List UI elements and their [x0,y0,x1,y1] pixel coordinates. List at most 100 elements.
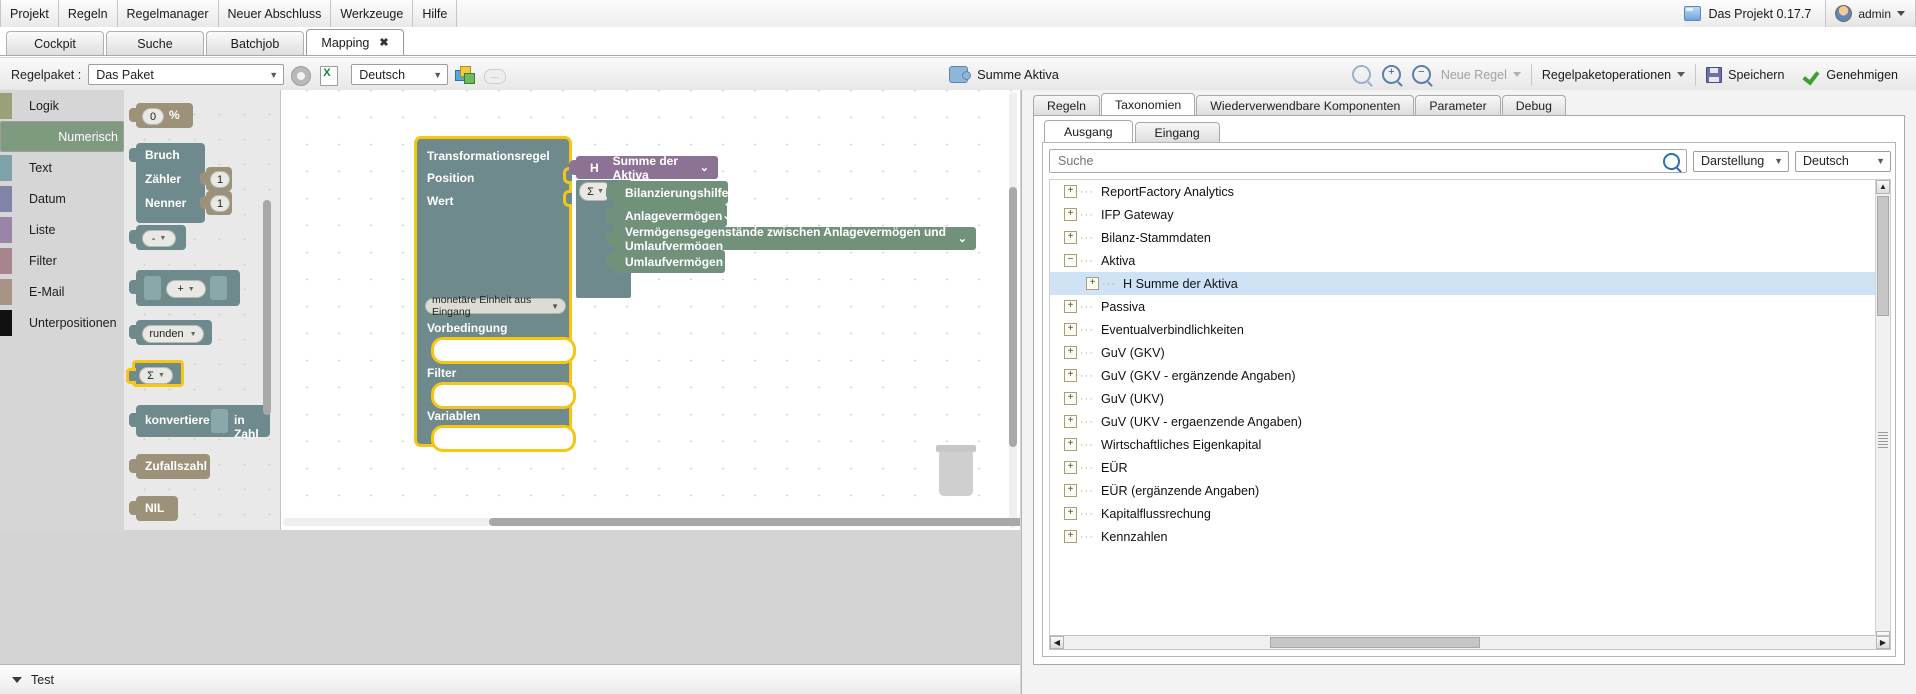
menu-item-projekt[interactable]: Projekt [0,0,59,27]
tab-cockpit[interactable]: Cockpit [6,31,104,55]
expander-icon[interactable]: + [1064,346,1077,359]
expander-icon[interactable]: − [1064,254,1077,267]
close-icon[interactable]: ✖ [379,36,388,49]
subtab-ausgang[interactable]: Ausgang [1044,120,1133,143]
trash-icon[interactable] [936,445,976,497]
tree-node-aktiva[interactable]: − ··· Aktiva [1050,249,1890,272]
tab-suche[interactable]: Suche [106,31,204,55]
palette-block-percent[interactable]: 0 % [129,103,193,128]
package-operations-button[interactable]: Regelpaketoperationen [1532,58,1695,91]
palette-block-plus[interactable]: + ▼ [129,270,240,306]
translate-icon[interactable] [455,64,477,86]
palette-block-nil[interactable]: NIL [129,496,178,521]
fraction-numerator-field[interactable]: 1 [210,171,230,188]
tree-node-wirtschaftliches-eigenkapital[interactable]: + ··· Wirtschaftliches Eigenkapital [1050,433,1890,456]
menu-item-regelmanager[interactable]: Regelmanager [117,0,219,27]
palette-scrollbar[interactable] [263,200,271,415]
palette-fraction-denominator-slot[interactable]: 1 [200,191,232,215]
value-block-umlaufvermoegen[interactable]: Umlaufvermögen ⌄ [606,250,732,273]
palette-block-random[interactable]: Zufallszahl [129,454,210,479]
plus-operator-field[interactable]: + ▼ [166,280,206,298]
save-button[interactable]: Speichern [1696,58,1794,91]
monetary-unit-chip[interactable]: monetäre Einheit aus Eingang ▼ [425,294,566,318]
tree-node-euer-ergaenzende-angaben[interactable]: + ··· EÜR (ergänzende Angaben) [1050,479,1890,502]
tree-horizontal-scrollbar[interactable]: ◀ ▶ [1049,635,1891,650]
category-logik[interactable]: Logik [0,90,124,121]
precondition-slot[interactable] [431,337,576,364]
value-block-bilanzierungshilfe[interactable]: Bilanzierungshilfe ⌄ [606,181,738,204]
tree-node-euer[interactable]: + ··· EÜR [1050,456,1890,479]
tree-node-guv-gkv[interactable]: + ··· GuV (GKV) [1050,341,1890,364]
chevron-down-icon[interactable]: ⌄ [728,186,737,199]
palette-block-minus[interactable]: - ▼ [129,225,186,250]
approve-button[interactable]: Genehmigen [1794,58,1908,91]
taxonomy-language-select[interactable]: Deutsch ▼ [1795,150,1891,172]
display-select[interactable]: Darstellung ▼ [1693,150,1789,172]
menu-item-regeln[interactable]: Regeln [58,0,118,27]
language-select[interactable]: Deutsch ▼ [351,64,449,85]
tree-scrollbar-thumb[interactable] [1877,196,1889,316]
scroll-left-icon[interactable]: ◀ [1050,636,1064,649]
expander-icon[interactable]: + [1064,185,1077,198]
category-email[interactable]: E-Mail [0,276,124,307]
palette-block-sum[interactable]: Σ ▼ [126,360,184,387]
variables-slot[interactable] [431,425,576,452]
canvas-vertical-scrollbar-thumb[interactable] [1009,187,1017,447]
expander-icon[interactable]: + [1086,277,1099,290]
tab-batchjob[interactable]: Batchjob [206,31,304,55]
menu-item-werkzeuge[interactable]: Werkzeuge [331,0,414,27]
search-input-wrapper[interactable] [1049,149,1687,173]
tree-node-ifp-gateway[interactable]: + ··· IFP Gateway [1050,203,1890,226]
tree-node-reportfactory-analytics[interactable]: + ··· ReportFactory Analytics [1050,180,1890,203]
category-datum[interactable]: Datum [0,183,124,214]
palette-fraction-numerator-slot[interactable]: 1 [200,167,232,191]
sum-operator-field[interactable]: Σ ▼ [139,367,173,384]
tree-node-kennzahlen[interactable]: + ··· Kennzahlen [1050,525,1890,548]
category-liste[interactable]: Liste [0,214,124,245]
expander-icon[interactable]: + [1064,208,1077,221]
fraction-denominator-field[interactable]: 1 [210,195,230,212]
expander-icon[interactable]: + [1064,323,1077,336]
chevron-down-icon[interactable]: ⌄ [723,255,732,268]
expander-icon[interactable]: + [1064,415,1077,428]
tree-node-guv-ukv[interactable]: + ··· GuV (UKV) [1050,387,1890,410]
tree-node-eventualverbindlichkeiten[interactable]: + ··· Eventualverbindlichkeiten [1050,318,1890,341]
category-unterpositionen[interactable]: Unterpositionen [0,307,124,338]
tree-node-kapitalflussrechung[interactable]: + ··· Kapitalflussrechung [1050,502,1890,525]
tree-vertical-scrollbar[interactable]: ▲ ▼ [1875,180,1890,645]
tab-mapping[interactable]: Mapping ✖ [306,29,404,55]
expander-icon[interactable]: + [1064,438,1077,451]
new-rule-button[interactable]: Neue Regel [1431,58,1531,91]
round-field[interactable]: runden ▼ [142,325,204,343]
category-numerisch[interactable]: Numerisch [0,121,124,152]
tab-regeln[interactable]: Regeln [1033,95,1100,116]
tab-parameter[interactable]: Parameter [1415,95,1501,116]
tree-scrollbar-grip[interactable] [1878,432,1888,448]
tree-node-guv-gkv-ergaenzende-angaben[interactable]: + ··· GuV (GKV - ergänzende Angaben) [1050,364,1890,387]
palette-block-convert[interactable]: konvertiere in Zahl [129,405,270,441]
subtab-eingang[interactable]: Eingang [1134,122,1220,143]
tab-taxonomien[interactable]: Taxonomien [1100,93,1196,116]
tree-node-passiva[interactable]: + ··· Passiva [1050,295,1890,318]
menu-item-hilfe[interactable]: Hilfe [413,0,458,27]
canvas-horizontal-scrollbar-thumb[interactable] [489,518,1020,526]
category-filter[interactable]: Filter [0,245,124,276]
expander-icon[interactable]: + [1064,300,1077,313]
expander-icon[interactable]: + [1064,530,1077,543]
chevron-down-icon[interactable]: ⌄ [958,232,967,245]
scroll-right-icon[interactable]: ▶ [1876,636,1890,649]
tab-debug[interactable]: Debug [1501,95,1566,116]
menu-item-neuer-abschluss[interactable]: Neuer Abschluss [218,0,332,27]
expander-icon[interactable]: + [1064,507,1077,520]
comment-icon[interactable]: … [484,64,507,86]
chevron-down-icon[interactable] [12,676,22,683]
category-text[interactable]: Text [0,152,124,183]
zoom-in-icon[interactable]: + [1381,65,1401,84]
zoom-reset-icon[interactable] [1351,65,1371,84]
search-icon[interactable] [1663,152,1680,170]
expander-icon[interactable]: + [1064,231,1077,244]
excel-export-icon[interactable] [320,64,342,86]
chevron-down-icon[interactable]: ⌄ [700,161,709,174]
gear-icon[interactable] [291,64,313,86]
user-menu[interactable]: admin [1825,0,1916,27]
